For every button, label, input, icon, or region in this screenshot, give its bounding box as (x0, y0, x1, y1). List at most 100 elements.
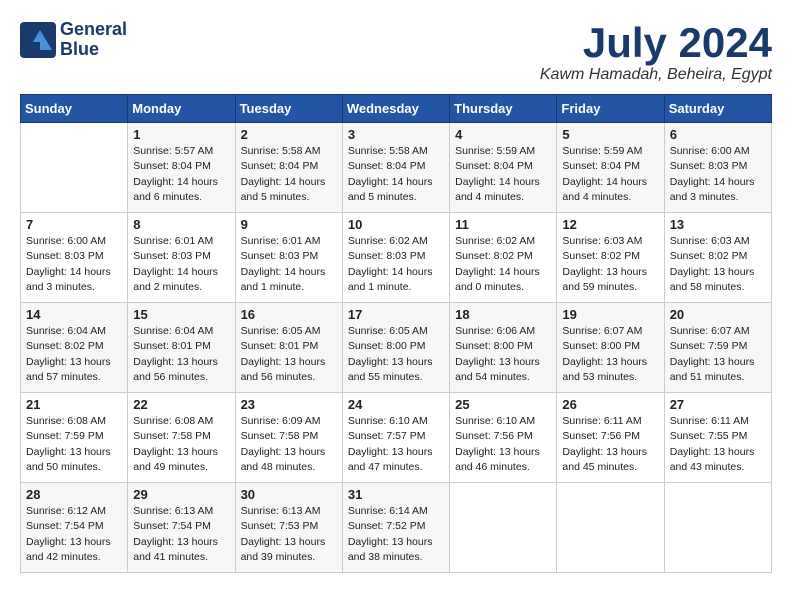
logo-icon (20, 22, 56, 58)
day-number: 20 (670, 307, 766, 322)
daylight-text: Daylight: 14 hours (670, 175, 766, 190)
sunset-text: Sunset: 7:58 PM (241, 429, 337, 444)
day-number: 24 (348, 397, 444, 412)
day-info: Sunrise: 6:02 AMSunset: 8:02 PMDaylight:… (455, 234, 551, 295)
sunset-text: Sunset: 8:00 PM (455, 339, 551, 354)
daylight-text: and 51 minutes. (670, 370, 766, 385)
day-info: Sunrise: 6:05 AMSunset: 8:00 PMDaylight:… (348, 324, 444, 385)
day-info: Sunrise: 6:00 AMSunset: 8:03 PMDaylight:… (670, 144, 766, 205)
daylight-text: Daylight: 13 hours (348, 445, 444, 460)
day-number: 30 (241, 487, 337, 502)
daylight-text: Daylight: 13 hours (562, 355, 658, 370)
header-cell-wednesday: Wednesday (342, 95, 449, 123)
sunrise-text: Sunrise: 6:03 AM (562, 234, 658, 249)
sunrise-text: Sunrise: 6:09 AM (241, 414, 337, 429)
day-number: 6 (670, 127, 766, 142)
day-info: Sunrise: 5:58 AMSunset: 8:04 PMDaylight:… (241, 144, 337, 205)
day-number: 1 (133, 127, 229, 142)
sunrise-text: Sunrise: 6:08 AM (26, 414, 122, 429)
daylight-text: Daylight: 13 hours (133, 535, 229, 550)
day-cell: 20Sunrise: 6:07 AMSunset: 7:59 PMDayligh… (664, 303, 771, 393)
day-info: Sunrise: 5:59 AMSunset: 8:04 PMDaylight:… (562, 144, 658, 205)
day-number: 5 (562, 127, 658, 142)
daylight-text: and 41 minutes. (133, 550, 229, 565)
daylight-text: and 3 minutes. (670, 190, 766, 205)
daylight-text: and 50 minutes. (26, 460, 122, 475)
sunrise-text: Sunrise: 5:59 AM (562, 144, 658, 159)
daylight-text: Daylight: 13 hours (562, 265, 658, 280)
week-row-3: 14Sunrise: 6:04 AMSunset: 8:02 PMDayligh… (21, 303, 772, 393)
daylight-text: and 2 minutes. (133, 280, 229, 295)
daylight-text: Daylight: 14 hours (241, 175, 337, 190)
sunset-text: Sunset: 7:54 PM (133, 519, 229, 534)
header-cell-saturday: Saturday (664, 95, 771, 123)
sunrise-text: Sunrise: 6:13 AM (241, 504, 337, 519)
daylight-text: and 47 minutes. (348, 460, 444, 475)
day-cell: 10Sunrise: 6:02 AMSunset: 8:03 PMDayligh… (342, 213, 449, 303)
day-cell: 8Sunrise: 6:01 AMSunset: 8:03 PMDaylight… (128, 213, 235, 303)
sunrise-text: Sunrise: 5:57 AM (133, 144, 229, 159)
daylight-text: and 53 minutes. (562, 370, 658, 385)
day-cell: 28Sunrise: 6:12 AMSunset: 7:54 PMDayligh… (21, 483, 128, 573)
daylight-text: Daylight: 13 hours (670, 355, 766, 370)
sunset-text: Sunset: 7:54 PM (26, 519, 122, 534)
day-cell: 13Sunrise: 6:03 AMSunset: 8:02 PMDayligh… (664, 213, 771, 303)
day-cell: 19Sunrise: 6:07 AMSunset: 8:00 PMDayligh… (557, 303, 664, 393)
sunrise-text: Sunrise: 5:58 AM (241, 144, 337, 159)
daylight-text: Daylight: 13 hours (455, 445, 551, 460)
day-cell: 17Sunrise: 6:05 AMSunset: 8:00 PMDayligh… (342, 303, 449, 393)
day-info: Sunrise: 6:12 AMSunset: 7:54 PMDaylight:… (26, 504, 122, 565)
daylight-text: and 56 minutes. (241, 370, 337, 385)
day-info: Sunrise: 6:08 AMSunset: 7:59 PMDaylight:… (26, 414, 122, 475)
daylight-text: and 5 minutes. (241, 190, 337, 205)
daylight-text: and 49 minutes. (133, 460, 229, 475)
day-number: 18 (455, 307, 551, 322)
daylight-text: and 38 minutes. (348, 550, 444, 565)
day-cell: 3Sunrise: 5:58 AMSunset: 8:04 PMDaylight… (342, 123, 449, 213)
logo: General Blue (20, 20, 127, 60)
daylight-text: Daylight: 13 hours (26, 355, 122, 370)
day-cell: 9Sunrise: 6:01 AMSunset: 8:03 PMDaylight… (235, 213, 342, 303)
day-info: Sunrise: 6:03 AMSunset: 8:02 PMDaylight:… (562, 234, 658, 295)
day-cell: 22Sunrise: 6:08 AMSunset: 7:58 PMDayligh… (128, 393, 235, 483)
day-info: Sunrise: 6:04 AMSunset: 8:01 PMDaylight:… (133, 324, 229, 385)
sunset-text: Sunset: 7:52 PM (348, 519, 444, 534)
week-row-4: 21Sunrise: 6:08 AMSunset: 7:59 PMDayligh… (21, 393, 772, 483)
daylight-text: and 39 minutes. (241, 550, 337, 565)
day-cell (450, 483, 557, 573)
daylight-text: and 1 minute. (241, 280, 337, 295)
day-info: Sunrise: 5:59 AMSunset: 8:04 PMDaylight:… (455, 144, 551, 205)
day-cell: 15Sunrise: 6:04 AMSunset: 8:01 PMDayligh… (128, 303, 235, 393)
sunrise-text: Sunrise: 6:13 AM (133, 504, 229, 519)
day-number: 8 (133, 217, 229, 232)
logo-text: General Blue (60, 20, 127, 60)
day-info: Sunrise: 6:11 AMSunset: 7:56 PMDaylight:… (562, 414, 658, 475)
location: Kawm Hamadah, Beheira, Egypt (540, 66, 772, 84)
day-cell: 23Sunrise: 6:09 AMSunset: 7:58 PMDayligh… (235, 393, 342, 483)
day-cell: 30Sunrise: 6:13 AMSunset: 7:53 PMDayligh… (235, 483, 342, 573)
daylight-text: and 55 minutes. (348, 370, 444, 385)
daylight-text: Daylight: 13 hours (26, 445, 122, 460)
day-cell: 1Sunrise: 5:57 AMSunset: 8:04 PMDaylight… (128, 123, 235, 213)
sunset-text: Sunset: 7:55 PM (670, 429, 766, 444)
logo-line1: General (60, 20, 127, 40)
sunset-text: Sunset: 7:59 PM (670, 339, 766, 354)
day-cell (557, 483, 664, 573)
sunrise-text: Sunrise: 6:11 AM (670, 414, 766, 429)
daylight-text: Daylight: 13 hours (670, 265, 766, 280)
sunrise-text: Sunrise: 6:00 AM (670, 144, 766, 159)
sunrise-text: Sunrise: 6:11 AM (562, 414, 658, 429)
title-block: July 2024 Kawm Hamadah, Beheira, Egypt (540, 20, 772, 84)
daylight-text: and 45 minutes. (562, 460, 658, 475)
sunrise-text: Sunrise: 6:05 AM (241, 324, 337, 339)
daylight-text: and 43 minutes. (670, 460, 766, 475)
day-cell (21, 123, 128, 213)
daylight-text: Daylight: 13 hours (455, 355, 551, 370)
day-cell: 5 Sunrise: 5:59 AMSunset: 8:04 PMDaylight… (557, 123, 664, 213)
sunset-text: Sunset: 8:01 PM (133, 339, 229, 354)
day-number: 10 (348, 217, 444, 232)
header-cell-monday: Monday (128, 95, 235, 123)
day-info: Sunrise: 6:07 AMSunset: 8:00 PMDaylight:… (562, 324, 658, 385)
sunset-text: Sunset: 8:02 PM (455, 249, 551, 264)
daylight-text: Daylight: 14 hours (455, 265, 551, 280)
